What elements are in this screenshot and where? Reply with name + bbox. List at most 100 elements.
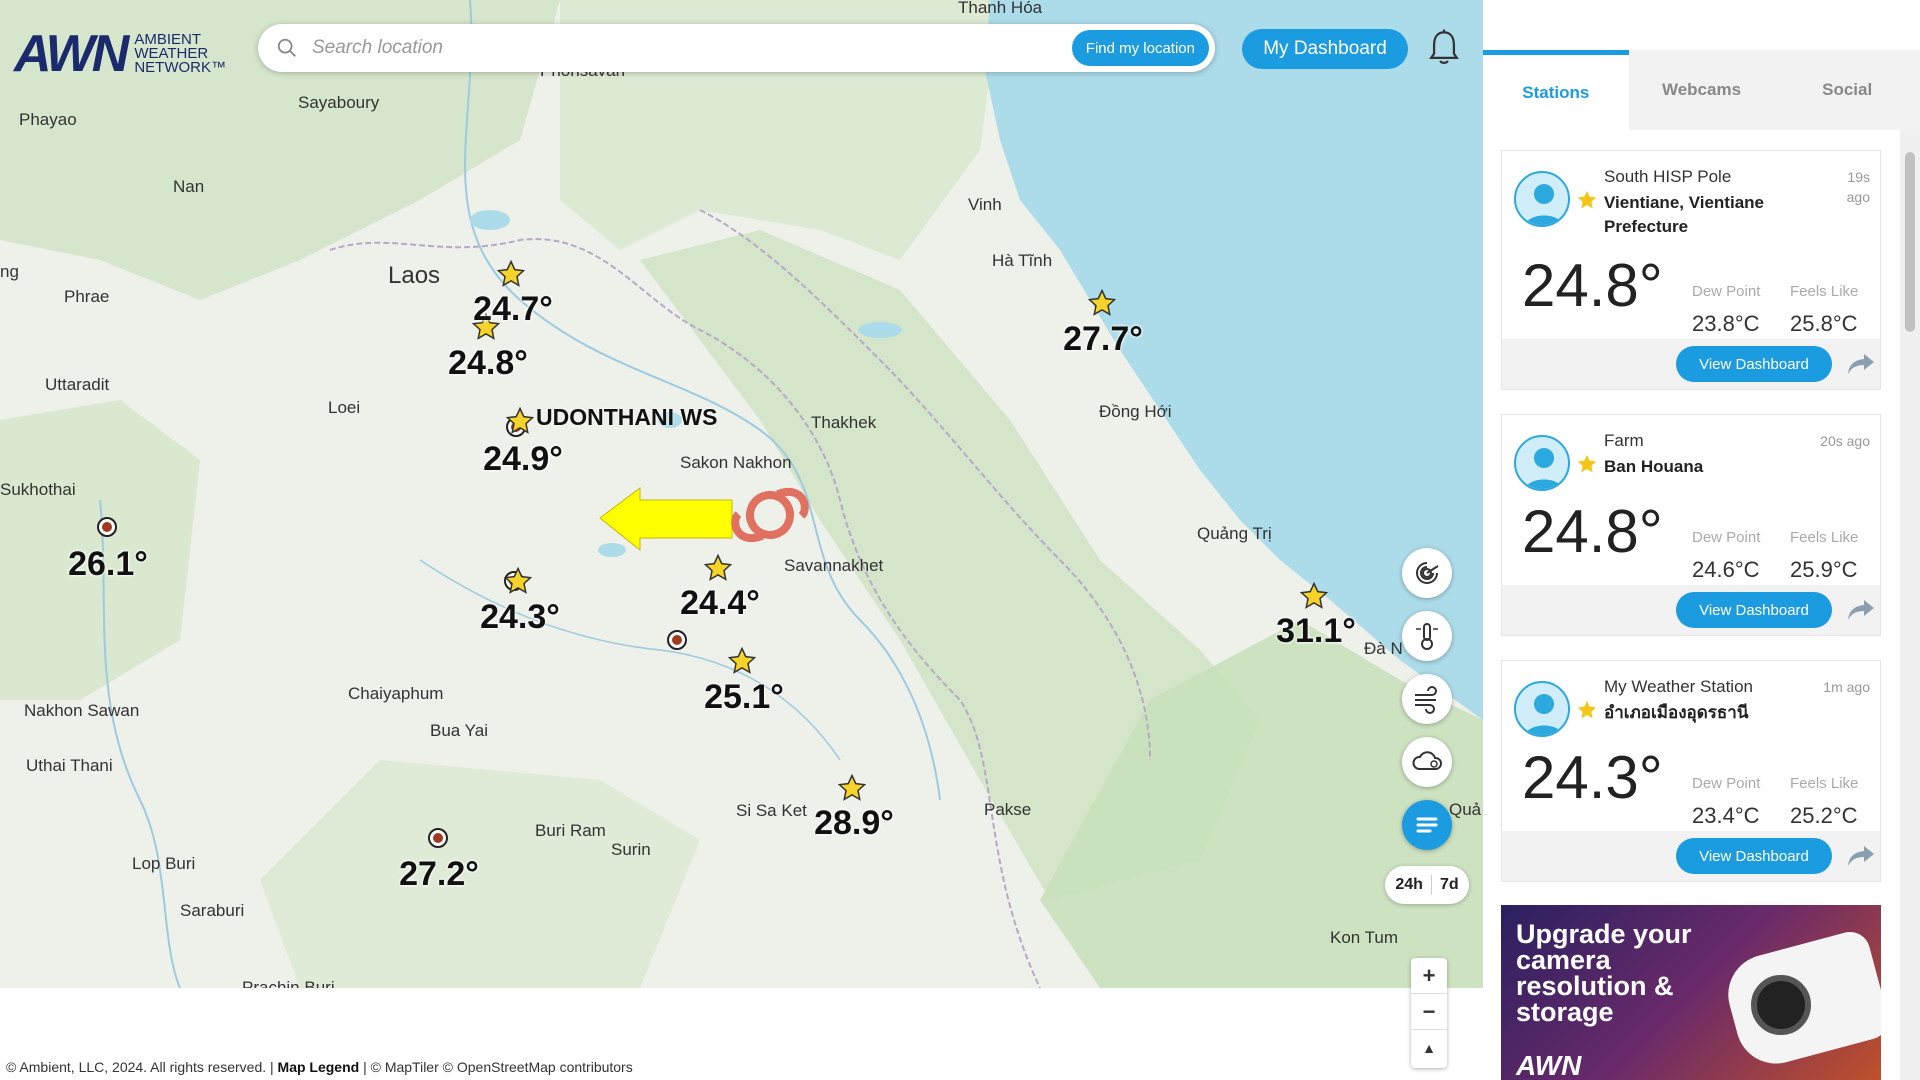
- share-icon[interactable]: [1846, 597, 1876, 623]
- station-card[interactable]: Farm Ban Houana 20s ago 24.8° Dew Point …: [1501, 414, 1881, 636]
- station-list: South HISP Pole Vientiane, Vientiane Pre…: [1483, 130, 1900, 1080]
- place-label: Thanh Hóa: [958, 0, 1043, 17]
- logo-mark: AWN: [14, 25, 129, 83]
- place-label: Quả: [1449, 800, 1482, 819]
- avatar: [1514, 435, 1570, 491]
- weather-map[interactable]: Thanh Hóa Phonsavan Sayaboury Phayao Nan…: [0, 0, 1483, 988]
- favorite-station-star-icon[interactable]: [703, 553, 733, 583]
- station-name[interactable]: My Weather Station: [1604, 677, 1753, 697]
- map-background: [0, 0, 1483, 988]
- station-temperature[interactable]: 24.4°: [680, 584, 760, 623]
- favorite-station-star-icon[interactable]: [727, 646, 757, 676]
- favorite-station-star-icon[interactable]: [1299, 581, 1329, 611]
- station-name[interactable]: South HISP Pole: [1604, 167, 1731, 187]
- view-dashboard-button[interactable]: View Dashboard: [1676, 346, 1832, 382]
- favorite-star-icon[interactable]: [1576, 189, 1598, 211]
- notifications-bell-icon[interactable]: [1427, 28, 1461, 68]
- search-icon: [277, 38, 296, 57]
- cloud-layer-button[interactable]: [1402, 737, 1452, 787]
- wind-layer-button[interactable]: [1402, 674, 1452, 724]
- station-temperature[interactable]: 31.1°: [1276, 612, 1356, 651]
- favorite-station-star-icon[interactable]: [1087, 288, 1117, 318]
- place-label: Sakon Nakhon: [680, 453, 792, 472]
- view-dashboard-button[interactable]: View Dashboard: [1676, 838, 1832, 874]
- avatar: [1514, 171, 1570, 227]
- map-legend-link[interactable]: Map Legend: [278, 1059, 360, 1075]
- place-label: Vinh: [968, 195, 1002, 214]
- range-24h-button[interactable]: 24h: [1387, 876, 1431, 894]
- station-marker[interactable]: [667, 630, 687, 650]
- awn-logo[interactable]: AWN AMBIENT WEATHER NETWORK™: [14, 24, 226, 84]
- map-footer: © Ambient, LLC, 2024. All rights reserve…: [6, 1059, 633, 1075]
- place-label: Đồng Hới: [1099, 402, 1172, 421]
- panel-scrollbar[interactable]: [1900, 130, 1920, 1080]
- station-name[interactable]: Farm: [1604, 431, 1644, 451]
- place-label: Uthai Thani: [26, 756, 113, 775]
- station-location: อำเภอเมืองอุดรธานี: [1604, 703, 1749, 722]
- temperature-layer-button[interactable]: [1402, 611, 1452, 661]
- stations-panel: Stations Webcams Social South HISP Pole …: [1483, 0, 1920, 1080]
- search-input[interactable]: [298, 37, 1072, 59]
- last-updated: 20s ago: [1820, 433, 1870, 449]
- station-location: Vientiane, Vientiane Prefecture: [1604, 193, 1764, 236]
- place-label: Loei: [328, 398, 361, 417]
- tab-stations[interactable]: Stations: [1483, 50, 1629, 130]
- place-label: Sukhothai: [0, 480, 76, 499]
- station-temperature[interactable]: 27.2°: [399, 855, 479, 894]
- station-temperature[interactable]: 28.9°: [814, 804, 894, 843]
- station-marker[interactable]: [97, 517, 117, 537]
- favorite-star-icon[interactable]: [1576, 699, 1598, 721]
- last-updated: 1m ago: [1823, 679, 1870, 695]
- tab-social[interactable]: Social: [1774, 50, 1920, 130]
- favorite-station-star-icon[interactable]: [496, 259, 526, 289]
- share-icon[interactable]: [1846, 351, 1876, 377]
- feels-like-value: 25.2°C: [1790, 803, 1858, 828]
- place-label: Lop Buri: [132, 854, 196, 873]
- station-temperature[interactable]: 24.7°: [473, 290, 553, 329]
- station-temperature[interactable]: 24.8°: [448, 344, 528, 383]
- station-temperature[interactable]: 25.1°: [704, 678, 784, 717]
- feels-like-value: 25.9°C: [1790, 557, 1858, 582]
- current-temperature: 24.3°: [1522, 744, 1663, 811]
- cloud-icon: [1412, 751, 1442, 770]
- app-root: Thanh Hóa Phonsavan Sayaboury Phayao Nan…: [0, 0, 1920, 1080]
- tab-webcams[interactable]: Webcams: [1629, 50, 1775, 130]
- current-temperature: 24.8°: [1522, 498, 1663, 565]
- feels-like-value: 25.8°C: [1790, 311, 1858, 336]
- station-temperature[interactable]: 26.1°: [68, 545, 148, 584]
- favorite-station-star-icon[interactable]: [837, 773, 867, 803]
- scrollbar-thumb[interactable]: [1905, 152, 1915, 332]
- compass-button[interactable]: ▲: [1411, 1030, 1447, 1066]
- favorite-station-star-icon[interactable]: [505, 406, 535, 436]
- my-dashboard-button[interactable]: My Dashboard: [1242, 29, 1408, 69]
- ad-headline: Upgrade your camera resolution & storage: [1516, 919, 1692, 1027]
- favorite-star-icon[interactable]: [1576, 453, 1598, 475]
- station-marker[interactable]: [428, 828, 448, 848]
- ad-logo: AWN: [1516, 1050, 1582, 1080]
- dew-point-label: Dew Point: [1692, 529, 1761, 546]
- place-label: Quảng Trị: [1197, 524, 1272, 543]
- wind-icon: [1415, 686, 1437, 714]
- radar-layer-button[interactable]: [1402, 548, 1452, 598]
- station-temperature[interactable]: 24.9°: [483, 440, 563, 479]
- zoom-in-button[interactable]: +: [1411, 958, 1447, 994]
- list-layer-button[interactable]: [1402, 800, 1452, 850]
- place-label: Phrae: [64, 287, 110, 306]
- place-label: Nan: [173, 177, 205, 196]
- view-dashboard-button[interactable]: View Dashboard: [1676, 592, 1832, 628]
- station-temperature[interactable]: 24.3°: [480, 598, 560, 637]
- feels-like-label: Feels Like: [1790, 775, 1859, 792]
- station-name-label[interactable]: UDONTHANI WS: [536, 404, 717, 431]
- camera-ad-banner[interactable]: Upgrade your camera resolution & storage…: [1501, 905, 1881, 1080]
- place-label: ng: [0, 262, 19, 281]
- station-card[interactable]: South HISP Pole Vientiane, Vientiane Pre…: [1501, 150, 1881, 390]
- favorite-station-star-icon[interactable]: [503, 566, 533, 596]
- zoom-out-button[interactable]: −: [1411, 994, 1447, 1030]
- station-temperature[interactable]: 27.7°: [1063, 320, 1143, 359]
- range-7d-button[interactable]: 7d: [1432, 876, 1467, 894]
- card-footer: View Dashboard: [1502, 339, 1880, 389]
- find-my-location-button[interactable]: Find my location: [1071, 30, 1209, 66]
- share-icon[interactable]: [1846, 843, 1876, 869]
- station-card[interactable]: My Weather Station อำเภอเมืองอุดรธานี 1m…: [1501, 660, 1881, 882]
- place-label: Surin: [611, 840, 651, 859]
